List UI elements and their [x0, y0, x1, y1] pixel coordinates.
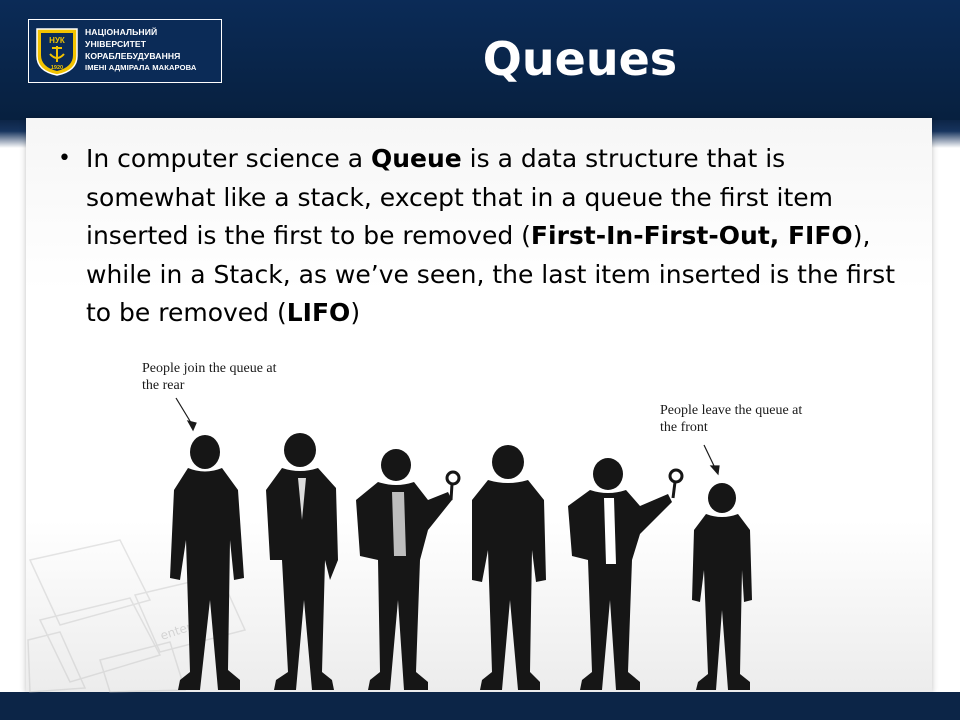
keyboard-key-label: enter [159, 620, 194, 643]
emblem-year: 1920 [51, 65, 63, 71]
term-fifo: First-In-First-Out, FIFO [530, 221, 853, 250]
queue-people-silhouettes [170, 433, 752, 690]
logo-text: НАЦІОНАЛЬНИЙ УНІВЕРСИТЕТ КОРАБЛЕБУДУВАНН… [85, 26, 219, 74]
person-6 [692, 483, 752, 690]
para-text-4: ) [350, 298, 361, 327]
person-4 [472, 445, 546, 690]
emblem-abbrev: НУК [49, 36, 65, 45]
university-logo: НУК 1920 НАЦІОНАЛЬНИЙ УНІВЕРСИТЕТ КОРАБЛ… [28, 19, 222, 83]
para-text-1: In computer science a [86, 144, 371, 173]
caption-arrows [175, 397, 720, 476]
caption-leave-front: People leave the queue at the front [660, 403, 803, 435]
bullet-marker: • [58, 146, 71, 171]
university-emblem-icon: НУК 1920 [36, 28, 78, 76]
term-lifo: LIFO [286, 298, 351, 327]
person-1 [170, 435, 244, 690]
slide-title: Queues [482, 32, 678, 86]
person-3 [356, 449, 461, 690]
person-5 [568, 458, 684, 690]
caption-join-rear: People join the queue at the rear [142, 361, 277, 393]
person-2 [266, 433, 338, 690]
logo-line-3: КОРАБЛЕБУДУВАННЯ [85, 51, 181, 61]
slide-footer [0, 692, 960, 720]
logo-line-1: НАЦІОНАЛЬНИЙ [85, 27, 158, 37]
logo-line-4: ІМЕНІ АДМІРАЛА МАКАРОВА [85, 63, 197, 72]
logo-line-2: УНІВЕРСИТЕТ [85, 39, 147, 49]
definition-paragraph: In computer science a Queue is a data st… [86, 140, 916, 333]
term-queue: Queue [370, 144, 462, 173]
